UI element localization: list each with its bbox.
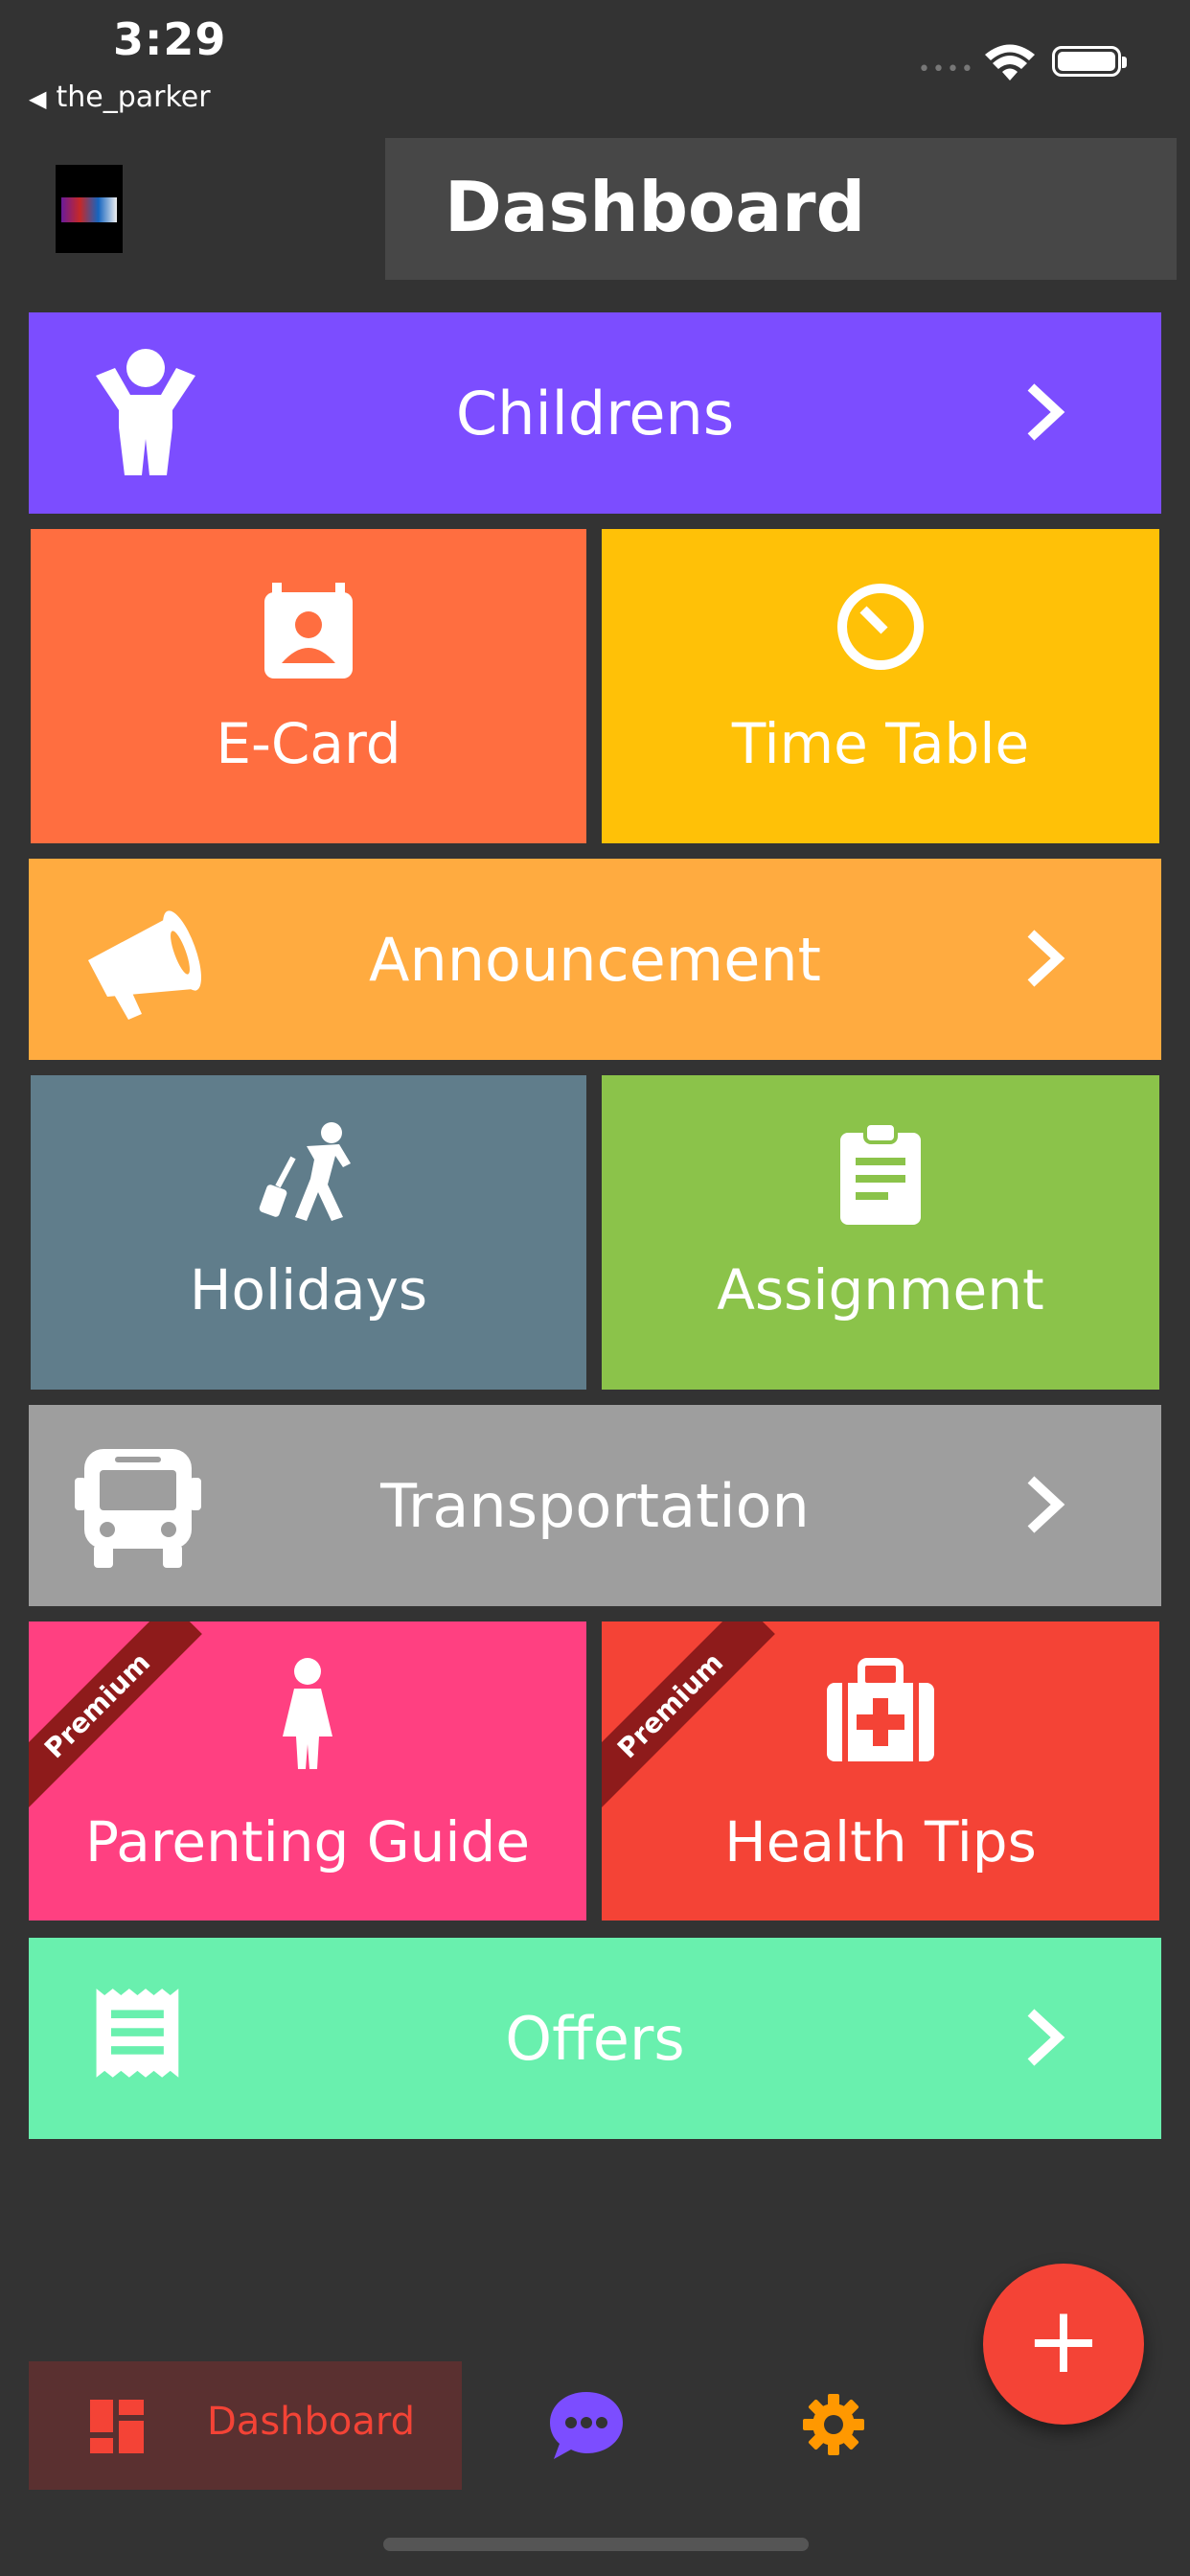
chevron-right-icon xyxy=(1027,2009,1065,2066)
chevron-right-icon xyxy=(1027,383,1065,441)
nav-tab-dashboard-label: Dashboard xyxy=(207,2400,416,2444)
settings-gear-icon[interactable] xyxy=(803,2394,864,2455)
traveler-icon xyxy=(259,1122,351,1221)
nav-tab-dashboard[interactable]: Dashboard xyxy=(29,2361,462,2490)
offers-label: Offers xyxy=(505,2003,685,2074)
announcement-tile[interactable]: Announcement xyxy=(29,859,1161,1060)
health-tips-tile[interactable]: Premium Health Tips xyxy=(602,1622,1159,1920)
health-tips-label: Health Tips xyxy=(724,1809,1037,1874)
offers-tile[interactable]: Offers xyxy=(29,1938,1161,2139)
dashboard-icon xyxy=(90,2400,144,2453)
assignment-tile[interactable]: Assignment xyxy=(602,1075,1159,1390)
announcement-label: Announcement xyxy=(369,924,821,995)
home-indicator[interactable] xyxy=(383,2538,809,2551)
chat-icon[interactable] xyxy=(548,2390,625,2461)
clipboard-icon xyxy=(840,1121,921,1225)
plus-icon: + xyxy=(1024,2287,1103,2394)
timer-icon xyxy=(837,584,924,670)
add-fab-button[interactable]: + xyxy=(983,2264,1144,2425)
transportation-label: Transportation xyxy=(380,1470,810,1541)
back-app-label: the_parker xyxy=(56,80,211,114)
woman-icon xyxy=(283,1658,332,1769)
medical-kit-icon xyxy=(827,1658,934,1761)
premium-badge: Premium xyxy=(29,1622,202,1810)
back-to-app-link[interactable]: ◀ the_parker xyxy=(29,80,211,114)
ecard-tile[interactable]: E-Card xyxy=(31,529,586,843)
timetable-tile[interactable]: Time Table xyxy=(602,529,1159,843)
assignment-label: Assignment xyxy=(717,1257,1044,1322)
school-logo[interactable] xyxy=(56,165,123,253)
premium-badge: Premium xyxy=(602,1622,775,1810)
childrens-label: Childrens xyxy=(455,378,735,448)
page-title: Dashboard xyxy=(445,167,866,247)
status-time: 3:29 xyxy=(113,13,227,65)
parenting-guide-tile[interactable]: Premium Parenting Guide xyxy=(29,1622,586,1920)
wifi-icon xyxy=(985,44,1035,80)
battery-icon xyxy=(1052,46,1127,77)
holidays-label: Holidays xyxy=(189,1257,428,1322)
chevron-right-icon xyxy=(1027,930,1065,987)
transportation-tile[interactable]: Transportation xyxy=(29,1405,1161,1606)
page-title-bar: Dashboard xyxy=(385,138,1177,280)
parenting-guide-label: Parenting Guide xyxy=(84,1809,531,1874)
timetable-label: Time Table xyxy=(731,711,1030,776)
back-arrow-icon: ◀ xyxy=(29,85,47,112)
contact-card-icon xyxy=(264,583,353,678)
childrens-tile[interactable]: Childrens xyxy=(29,312,1161,514)
holidays-tile[interactable]: Holidays xyxy=(31,1075,586,1390)
cellular-signal-icon: •••• xyxy=(918,58,975,81)
chevron-right-icon xyxy=(1027,1476,1065,1533)
ecard-label: E-Card xyxy=(216,711,401,776)
